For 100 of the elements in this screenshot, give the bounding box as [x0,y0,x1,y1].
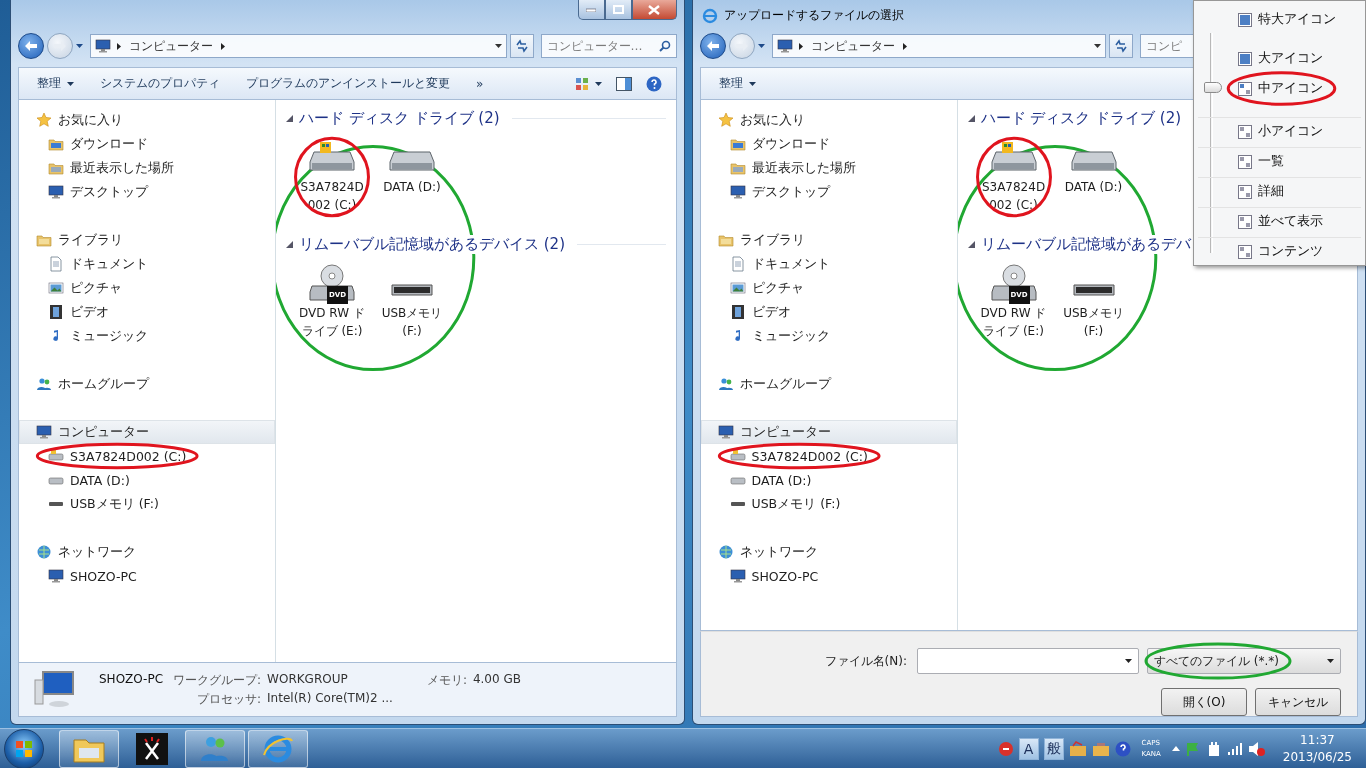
nav-item[interactable]: ピクチャ [19,276,275,300]
collapse-triangle-icon[interactable] [286,240,293,248]
menu-item[interactable]: 並べて表示 [1198,207,1361,235]
ime-button[interactable]: A [1018,737,1039,760]
star-icon [36,112,52,128]
folder-icon [48,160,64,176]
nav-item[interactable]: 最近表示した場所 [19,156,275,180]
start-button[interactable] [4,728,44,768]
toolbar-button[interactable]: システムのプロパティ [88,71,232,96]
nav-item[interactable]: DATA (D:) [19,468,275,492]
nav-item[interactable]: USBメモリ (F:) [700,492,957,516]
refresh-icon [514,39,529,53]
maximize-button[interactable] [604,0,632,20]
nav-item[interactable]: ライブラリ [700,228,957,252]
menu-item[interactable]: 中アイコン [1198,74,1361,102]
nav-item[interactable]: ビデオ [700,300,957,324]
back-button[interactable] [699,33,726,59]
breadcrumb-item[interactable]: コンピューター [127,37,215,55]
view-icon [1238,51,1252,66]
nav-item[interactable]: ミュージック [19,324,275,348]
toolbox-icon[interactable] [1068,740,1087,757]
nav-item[interactable]: ライブラリ [19,228,275,252]
file-name-field[interactable] [917,648,1139,674]
nav-item[interactable]: S3A7824D002 (C:) [700,444,957,468]
nav-item[interactable]: ミュージック [700,324,957,348]
drive-icon [729,448,746,464]
stop-icon[interactable] [997,740,1014,757]
nav-item[interactable]: ダウンロード [700,132,957,156]
close-button[interactable] [631,0,677,20]
menu-item[interactable]: 大アイコン [1198,44,1361,72]
nav-item[interactable]: DATA (D:) [700,468,957,492]
nav-item[interactable]: ドキュメント [19,252,275,276]
menu-item[interactable]: 特大アイコン [1198,5,1361,33]
refresh-button[interactable] [1109,34,1133,58]
help-button[interactable] [645,75,662,92]
computer-name: SHOZO-PC [99,671,164,688]
drive-item[interactable]: DATA (D:) [1053,132,1134,222]
toolbar-button[interactable]: 整理 [25,71,86,96]
collapse-triangle-icon[interactable] [967,114,975,122]
toolbar-button[interactable]: プログラムのアンインストールと変更 [234,71,462,96]
help-icon [645,75,662,92]
nav-item[interactable]: ドキュメント [700,252,957,276]
nav-item[interactable]: デスクトップ [700,180,957,204]
dialog-button[interactable]: キャンセル [1255,688,1341,716]
preview-pane-button[interactable] [615,76,632,91]
detail-value: WORKGROUP [267,671,349,688]
menu-item[interactable]: 小アイコン [1198,117,1361,145]
grid-icon [574,76,589,91]
nav-item[interactable]: USBメモリ (F:) [19,492,275,516]
nav-item[interactable]: お気に入り [19,108,275,132]
file-type-dropdown[interactable]: すべてのファイル (*.*) [1147,648,1341,674]
nav-item[interactable]: ダウンロード [19,132,275,156]
clock[interactable]: 11:37 2013/06/25 [1282,731,1352,766]
toolbar-button[interactable]: » [464,72,496,95]
field-label: ファイル名(N): [824,652,907,670]
nav-item[interactable]: 最近表示した場所 [700,156,957,180]
collapse-triangle-icon[interactable] [286,114,293,122]
drive-item[interactable]: USBメモリ (F:) [1053,258,1134,348]
nav-item[interactable]: ピクチャ [700,276,957,300]
close-icon [648,4,660,15]
nav-item[interactable]: コンピューター [700,420,957,444]
slider-thumb[interactable] [1204,82,1222,93]
globe-icon [717,544,734,560]
drive-item[interactable]: DATA (D:) [372,132,452,222]
nav-item[interactable]: ネットワーク [700,540,957,564]
back-button[interactable] [18,33,44,59]
up-arrow-icon[interactable] [1171,746,1180,751]
nav-item[interactable]: SHOZO-PC [19,564,275,588]
breadcrumb-item[interactable]: コンピューター [808,37,897,55]
toolbox-icon[interactable] [1091,740,1110,757]
nav-item[interactable]: ネットワーク [19,540,275,564]
nav-item[interactable]: SHOZO-PC [700,564,957,588]
address-bar[interactable]: コンピューター [771,34,1106,58]
caret-icon [494,44,502,48]
refresh-button[interactable] [509,34,534,58]
help-icon[interactable] [1114,740,1131,757]
ime-button[interactable]: 般 [1043,737,1064,760]
menu-item[interactable]: 一覧 [1198,147,1361,175]
minimize-button[interactable] [577,0,605,20]
signal-bars-icon[interactable] [1226,741,1243,756]
dialog-button[interactable]: 開く(O) [1161,688,1247,716]
nav-item[interactable]: コンピューター [19,420,275,444]
menu-item[interactable]: 詳細 [1198,177,1361,205]
views-button[interactable] [574,76,602,91]
nav-item[interactable]: ビデオ [19,300,275,324]
drive-item[interactable]: USBメモリ (F:) [372,258,452,348]
address-bar[interactable]: コンピューター [90,34,507,58]
nav-item[interactable]: お気に入り [700,108,957,132]
nav-item[interactable]: S3A7824D002 (C:) [19,444,275,468]
nav-item[interactable]: デスクトップ [19,180,275,204]
detail-label: メモリ: [426,671,467,689]
caret-icon [1327,659,1334,663]
caret-icon [748,81,756,86]
menu-item[interactable]: コンテンツ [1198,237,1361,265]
toolbar-button[interactable]: 整理 [706,71,768,96]
nav-item[interactable]: ホームグループ [700,372,957,396]
muted-speaker-icon[interactable] [1247,740,1266,757]
nav-item[interactable]: ホームグループ [19,372,275,396]
search-field[interactable]: コンピューター… [540,34,677,58]
collapse-triangle-icon[interactable] [967,240,975,248]
